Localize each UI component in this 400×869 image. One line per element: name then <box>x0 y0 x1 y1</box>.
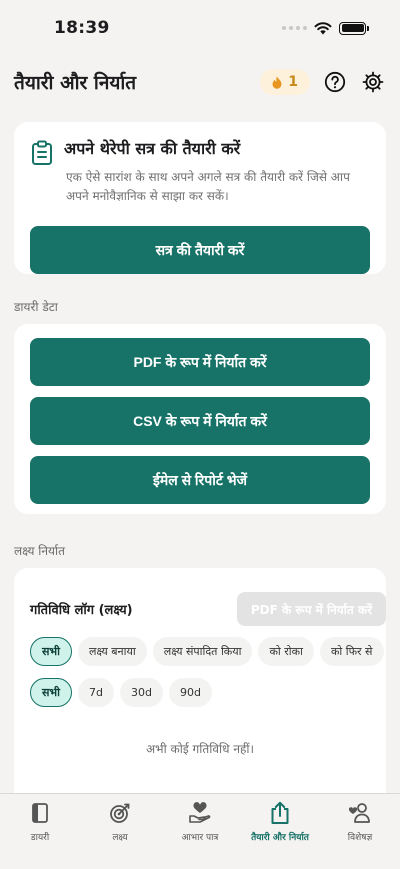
help-icon <box>324 71 346 93</box>
tab-goals[interactable]: लक्ष्य <box>80 800 160 869</box>
time-range-chips: सभी 7d 30d 90d <box>30 678 386 707</box>
flame-icon <box>272 76 282 89</box>
tab-gratitude-label: आभार पात्र <box>181 833 219 843</box>
tab-diary[interactable]: डायरी <box>0 800 80 869</box>
tab-gratitude[interactable]: आभार पात्र <box>160 800 240 869</box>
goal-export-pdf-button[interactable]: PDF के रूप में निर्यात करें <box>236 592 386 626</box>
activity-empty-state: अभी कोई गतिविधि नहीं। <box>145 742 255 756</box>
prepare-session-button[interactable]: सत्र की तैयारी करें <box>30 226 370 274</box>
signal-dots-icon <box>282 26 307 30</box>
filter-chip-paused[interactable]: को रोका <box>258 637 314 666</box>
battery-icon <box>339 21 369 35</box>
status-bar: 18:39 <box>0 0 400 56</box>
header-actions: 1 <box>260 69 386 95</box>
range-chip-all[interactable]: सभी <box>30 678 73 707</box>
session-prep-description: एक ऐसे सारांश के साथ अपने अगले सत्र की त… <box>66 170 350 203</box>
tab-specialists-label: विशेषज्ञ <box>347 833 373 843</box>
range-chip-30d[interactable]: 30d <box>120 678 163 707</box>
session-prep-header: अपने थेरेपी सत्र की तैयारी करें <box>30 138 370 166</box>
tab-diary-label: डायरी <box>30 833 50 843</box>
gear-icon <box>362 71 384 93</box>
share-icon <box>271 801 289 824</box>
book-icon <box>32 803 48 823</box>
heart-hand-icon <box>189 802 211 823</box>
page-title: तैयारी और निर्यात <box>14 72 137 94</box>
diary-data-section-label: डायरी डेटा <box>14 300 58 314</box>
session-prep-title: अपने थेरेपी सत्र की तैयारी करें <box>64 139 241 158</box>
activity-log-title: गतिविधि लॉग (लक्ष्य) <box>30 603 133 618</box>
export-pdf-button[interactable]: PDF के रूप में निर्यात करें <box>30 338 370 386</box>
email-report-button[interactable]: ईमेल से रिपोर्ट भेजें <box>30 456 370 504</box>
activity-filter-chips: सभी लक्ष्य बनाया लक्ष्य संपादित किया को … <box>30 637 386 666</box>
settings-button[interactable] <box>360 69 386 95</box>
export-csv-button[interactable]: CSV के रूप में निर्यात करें <box>30 397 370 445</box>
person-heart-icon <box>348 803 370 823</box>
tab-goals-label: लक्ष्य <box>112 833 128 843</box>
bottom-tab-bar: डायरी लक्ष्य आभार पात्र तैयारी और निर्या… <box>0 793 400 869</box>
diary-export-card: PDF के रूप में निर्यात करें CSV के रूप म… <box>14 324 386 514</box>
app-header: तैयारी और निर्यात 1 <box>0 56 400 108</box>
activity-log-header: गतिविधि लॉग (लक्ष्य) PDF के रूप में निर्… <box>30 592 386 626</box>
goal-export-section-label: लक्ष्य निर्यात <box>14 544 65 558</box>
target-icon <box>110 803 130 823</box>
filter-chip-goal-created[interactable]: लक्ष्य बनाया <box>78 637 147 666</box>
status-icons <box>282 21 369 35</box>
status-time: 18:39 <box>54 18 110 38</box>
filter-chip-all[interactable]: सभी <box>30 637 73 666</box>
goal-export-card: गतिविधि लॉग (लक्ष्य) PDF के रूप में निर्… <box>14 568 386 793</box>
filter-chip-resumed[interactable]: को फिर से <box>319 637 384 666</box>
streak-badge[interactable]: 1 <box>260 69 310 95</box>
range-chip-90d[interactable]: 90d <box>169 678 212 707</box>
main-content[interactable]: अपने थेरेपी सत्र की तैयारी करें एक ऐसे स… <box>0 108 400 793</box>
tab-prep-export-label: तैयारी और निर्यात <box>251 833 309 843</box>
tab-prep-export[interactable]: तैयारी और निर्यात <box>240 800 320 869</box>
session-prep-card: अपने थेरेपी सत्र की तैयारी करें एक ऐसे स… <box>14 122 386 274</box>
tab-specialists[interactable]: विशेषज्ञ <box>320 800 400 869</box>
filter-chip-goal-edited[interactable]: लक्ष्य संपादित किया <box>152 637 253 666</box>
range-chip-7d[interactable]: 7d <box>78 678 115 707</box>
help-button[interactable] <box>322 69 348 95</box>
clipboard-icon <box>32 140 52 165</box>
streak-count: 1 <box>288 74 298 90</box>
wifi-icon <box>314 21 332 34</box>
